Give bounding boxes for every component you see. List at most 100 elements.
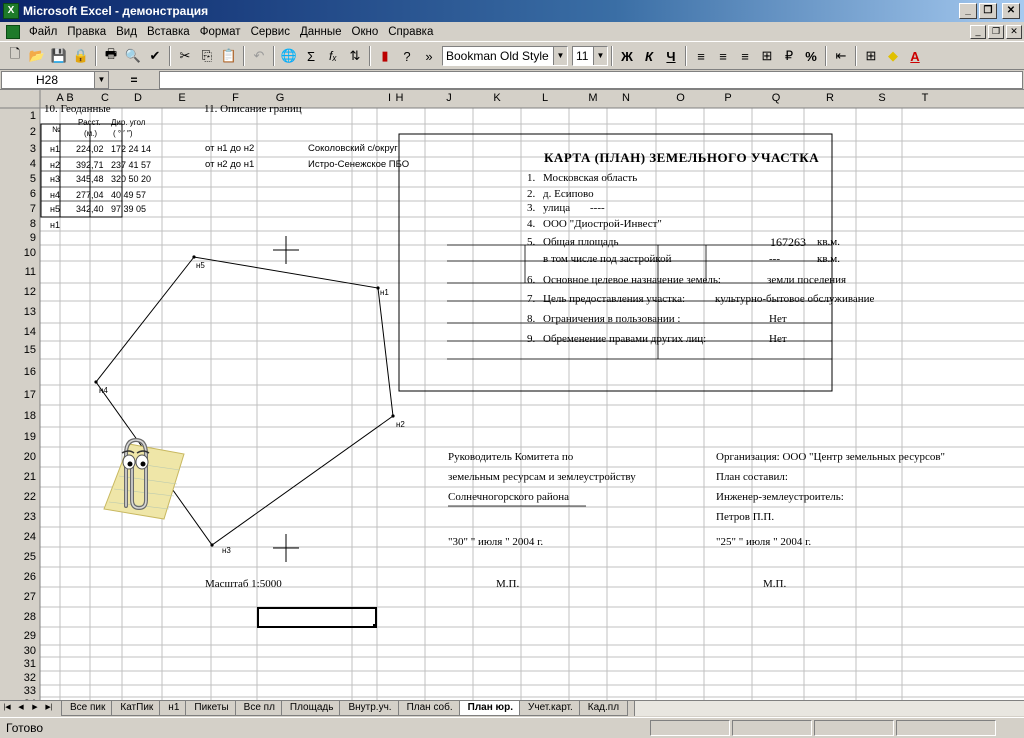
horizontal-scrollbar[interactable] xyxy=(634,701,1024,716)
currency-icon[interactable]: ₽ xyxy=(778,45,800,67)
font-size-select[interactable]: 11 ▼ xyxy=(572,46,608,66)
borders-icon[interactable]: ⊞ xyxy=(860,45,882,67)
row-header[interactable]: 21 xyxy=(0,471,36,484)
align-right-icon[interactable]: ≡ xyxy=(734,45,756,67)
chart-wizard-icon[interactable]: ▮ xyxy=(374,45,396,67)
row-header[interactable]: 11 xyxy=(0,266,36,279)
toolbar-options-icon[interactable]: » xyxy=(418,45,440,67)
doc-minimize-button[interactable]: _ xyxy=(970,24,986,39)
sheet-tab[interactable]: Все пл xyxy=(234,701,284,716)
column-header-e[interactable]: E xyxy=(162,92,202,105)
print-preview-icon[interactable]: 🔍 xyxy=(122,45,144,67)
merge-center-icon[interactable]: ⊞ xyxy=(756,45,778,67)
menu-edit[interactable]: Правка xyxy=(62,26,111,38)
chevron-down-icon[interactable]: ▼ xyxy=(94,71,108,88)
doc-restore-button[interactable]: ❐ xyxy=(988,24,1004,39)
undo-icon[interactable]: ↶ xyxy=(248,45,270,67)
row-header[interactable]: 33 xyxy=(0,685,36,698)
excel-icon[interactable]: X xyxy=(3,3,19,19)
new-icon[interactable]: 🗋 xyxy=(4,45,26,67)
worksheet-grid[interactable]: A B C D E F G H I J K L M N O P Q R S T 1 2 3 4 5 6 7 8 9 10 11 12 13 14 1… xyxy=(0,90,1024,700)
column-header-p[interactable]: P xyxy=(704,92,752,105)
hyperlink-icon[interactable]: 🌐 xyxy=(278,45,300,67)
row-header[interactable]: 25 xyxy=(0,551,36,564)
print-icon[interactable]: 🖶 xyxy=(100,45,122,67)
last-sheet-icon[interactable]: ▶| xyxy=(42,701,56,715)
bold-button[interactable]: Ж xyxy=(616,45,638,67)
row-header[interactable]: 13 xyxy=(0,306,36,319)
menu-file[interactable]: Файл xyxy=(24,26,62,38)
column-header-d[interactable]: D xyxy=(122,92,154,105)
prev-sheet-icon[interactable]: ◀ xyxy=(14,701,28,715)
row-header[interactable]: 15 xyxy=(0,344,36,357)
menu-format[interactable]: Формат xyxy=(195,26,246,38)
paste-icon[interactable]: 📋 xyxy=(218,45,240,67)
row-header[interactable]: 27 xyxy=(0,591,36,604)
row-header[interactable]: 16 xyxy=(0,366,36,379)
fill-color-icon[interactable]: ◆ xyxy=(882,45,904,67)
maximize-button[interactable]: ❐ xyxy=(979,3,997,19)
column-header-l[interactable]: L xyxy=(521,92,569,105)
close-button[interactable]: ✕ xyxy=(1002,3,1020,19)
column-header-q[interactable]: Q xyxy=(752,92,800,105)
open-icon[interactable]: 📂 xyxy=(26,45,48,67)
chevron-down-icon[interactable]: ▼ xyxy=(593,47,607,65)
menu-window[interactable]: Окно xyxy=(347,26,384,38)
row-header[interactable]: 18 xyxy=(0,410,36,423)
spelling-icon[interactable]: ✔ xyxy=(144,45,166,67)
minimize-button[interactable]: _ xyxy=(959,3,977,19)
column-header-i[interactable]: I xyxy=(377,92,402,105)
next-sheet-icon[interactable]: ▶ xyxy=(28,701,42,715)
save-icon[interactable]: 💾 xyxy=(48,45,70,67)
row-header[interactable]: 24 xyxy=(0,531,36,544)
underline-button[interactable]: Ч xyxy=(660,45,682,67)
decrease-indent-icon[interactable]: ⇤ xyxy=(830,45,852,67)
menu-insert[interactable]: Вставка xyxy=(142,26,195,38)
row-header[interactable]: 17 xyxy=(0,389,36,402)
row-header[interactable]: 30 xyxy=(0,645,36,658)
font-color-icon[interactable]: A xyxy=(904,45,926,67)
row-header[interactable]: 31 xyxy=(0,658,36,671)
row-header[interactable]: 23 xyxy=(0,511,36,524)
percent-icon[interactable]: % xyxy=(800,45,822,67)
menu-help[interactable]: Справка xyxy=(383,26,438,38)
font-name-select[interactable]: Bookman Old Style ▼ xyxy=(442,46,568,66)
sort-icon[interactable]: ⇅ xyxy=(344,45,366,67)
help-icon[interactable]: ? xyxy=(396,45,418,67)
workbook-icon[interactable] xyxy=(6,24,20,39)
office-assistant-icon[interactable] xyxy=(84,434,194,524)
row-header[interactable]: 29 xyxy=(0,630,36,643)
italic-button[interactable]: К xyxy=(638,45,660,67)
menu-view[interactable]: Вид xyxy=(111,26,142,38)
function-icon[interactable]: fₓ xyxy=(322,45,344,67)
sheet-tab[interactable]: Площадь xyxy=(280,701,343,716)
sheet-tab[interactable]: Учет.карт. xyxy=(519,701,582,716)
permission-icon[interactable]: 🔒 xyxy=(70,45,92,67)
formula-input[interactable] xyxy=(159,70,1023,89)
row-header[interactable]: 32 xyxy=(0,672,36,685)
row-header[interactable]: 9 xyxy=(0,232,36,245)
row-header[interactable]: 4 xyxy=(0,158,36,171)
name-box[interactable]: H28 ▼ xyxy=(1,70,109,89)
row-header[interactable]: 19 xyxy=(0,431,36,444)
chevron-down-icon[interactable]: ▼ xyxy=(553,47,567,65)
row-header[interactable]: 6 xyxy=(0,188,36,201)
first-sheet-icon[interactable]: |◀ xyxy=(0,701,14,715)
row-header[interactable]: 22 xyxy=(0,491,36,504)
row-header[interactable]: 10 xyxy=(0,247,36,260)
row-header[interactable]: 2 xyxy=(0,126,36,139)
column-header-k[interactable]: K xyxy=(473,92,521,105)
sheet-tab[interactable]: Кад.пл xyxy=(578,701,629,716)
row-header[interactable]: 26 xyxy=(0,571,36,584)
menu-data[interactable]: Данные xyxy=(295,26,347,38)
align-center-icon[interactable]: ≡ xyxy=(712,45,734,67)
sheet-tab[interactable]: Внутр.уч. xyxy=(339,701,401,716)
row-header[interactable]: 28 xyxy=(0,611,36,624)
sheet-tab[interactable]: Все пик xyxy=(61,701,115,716)
sheet-tab[interactable]: План соб. xyxy=(397,701,462,716)
column-header-j[interactable]: J xyxy=(425,92,473,105)
cut-icon[interactable]: ✂ xyxy=(174,45,196,67)
column-header-t[interactable]: T xyxy=(902,92,948,105)
sheet-tab[interactable]: Пикеты xyxy=(185,701,238,716)
column-header-n[interactable]: N xyxy=(607,92,645,105)
